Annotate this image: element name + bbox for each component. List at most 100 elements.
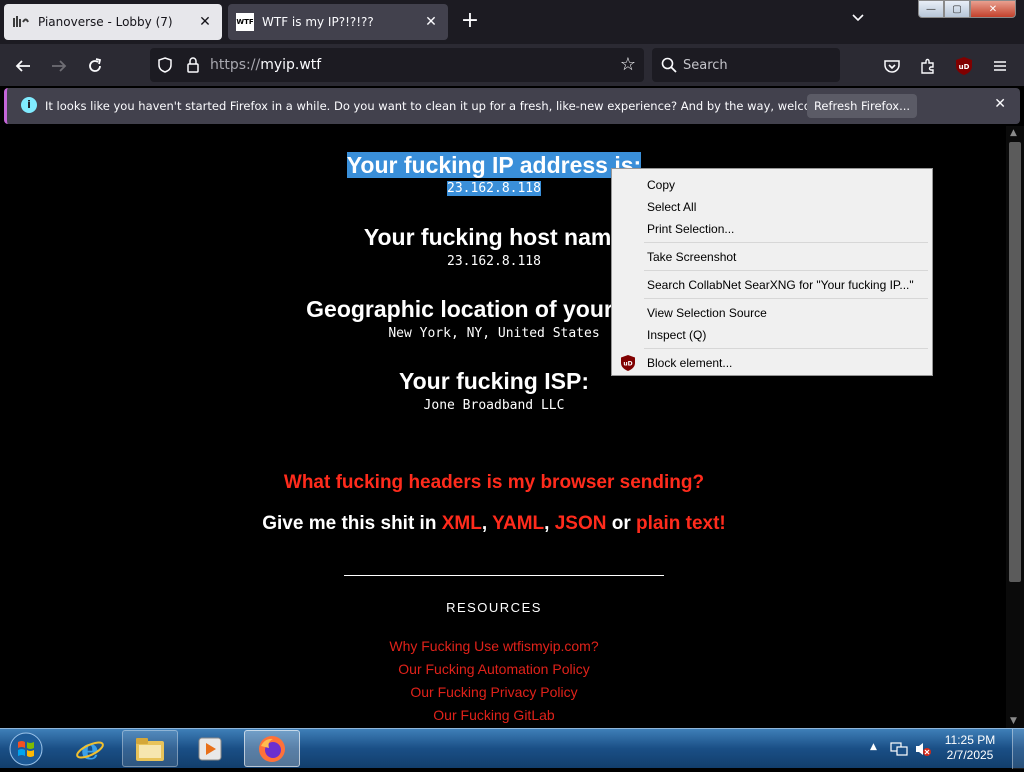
- page-scrollbar[interactable]: ▲ ▼: [1006, 126, 1024, 728]
- menu-separator: [644, 242, 928, 243]
- search-bar[interactable]: Search: [652, 48, 840, 82]
- url-host: myip.wtf: [260, 57, 322, 73]
- menu-item-select-all[interactable]: Select All: [612, 196, 932, 218]
- show-hidden-icons-arrow-icon[interactable]: ▲: [870, 742, 877, 752]
- app-menu-button[interactable]: [987, 53, 1013, 79]
- start-button[interactable]: [4, 730, 50, 768]
- tab-close-icon[interactable]: ✕: [196, 13, 214, 31]
- close-window-button[interactable]: ✕: [970, 0, 1016, 18]
- folder-icon: [136, 737, 164, 761]
- notification-close-icon[interactable]: ✕: [994, 96, 1006, 112]
- yaml-link[interactable]: YAML: [492, 513, 544, 534]
- tab-title: Pianoverse - Lobby (7): [38, 15, 173, 29]
- reload-button[interactable]: [82, 53, 108, 79]
- system-tray: ▲ 11:25 PM 2/7/2025: [864, 729, 1024, 769]
- tab-wtf-is-my-ip[interactable]: WTF WTF is my IP?!?!?? ✕: [228, 4, 448, 40]
- notification-message: It looks like you haven't started Firefo…: [45, 99, 865, 113]
- arrow-right-icon: [52, 60, 67, 72]
- json-link[interactable]: JSON: [555, 513, 607, 534]
- menu-item-copy[interactable]: Copy: [612, 174, 932, 196]
- tab-pianoverse[interactable]: Pianoverse - Lobby (7) ✕: [4, 4, 222, 40]
- clock[interactable]: 11:25 PM 2/7/2025: [942, 733, 998, 763]
- svg-text:uD: uD: [623, 361, 632, 368]
- refresh-firefox-button[interactable]: Refresh Firefox...: [807, 94, 917, 118]
- firefox-icon: [259, 735, 285, 762]
- url-protocol: https://: [210, 57, 261, 73]
- scroll-up-arrow-icon[interactable]: ▲: [1010, 128, 1017, 138]
- maximize-button[interactable]: ▢: [944, 0, 970, 18]
- headers-link[interactable]: What fucking headers is my browser sendi…: [0, 472, 988, 494]
- ublock-origin-button[interactable]: uD: [951, 53, 977, 79]
- ublock-origin-icon: uD: [621, 355, 635, 371]
- pocket-icon: [884, 60, 900, 73]
- wtf-favicon-icon: WTF: [236, 13, 254, 31]
- tab-title: WTF is my IP?!?!??: [262, 15, 374, 29]
- context-menu: Copy Select All Print Selection... Take …: [611, 168, 933, 376]
- pocket-button[interactable]: [879, 53, 905, 79]
- ublock-origin-icon: uD: [956, 57, 972, 75]
- menu-item-label: Print Selection...: [647, 222, 735, 236]
- show-desktop-button[interactable]: [1012, 729, 1024, 769]
- lock-icon[interactable]: [184, 56, 202, 74]
- menu-separator: [644, 270, 928, 271]
- resource-link[interactable]: Our Fucking GitLab: [0, 707, 988, 723]
- extensions-button[interactable]: [915, 53, 941, 79]
- media-player-icon: [198, 737, 222, 760]
- plain-text-link[interactable]: plain text!: [636, 513, 726, 534]
- tab-close-icon[interactable]: ✕: [422, 13, 440, 31]
- windows-start-orb-icon: [9, 732, 43, 766]
- menu-item-label: Copy: [647, 178, 676, 192]
- url-text[interactable]: https://myip.wtf: [210, 57, 321, 73]
- reload-icon: [89, 58, 102, 72]
- search-input[interactable]: Search: [683, 58, 728, 73]
- list-all-tabs-button[interactable]: [848, 12, 868, 32]
- volume-muted-icon[interactable]: [914, 741, 932, 757]
- resources-heading: RESOURCES: [446, 600, 542, 615]
- pianoverse-favicon-icon: [12, 13, 30, 31]
- comma: ,: [481, 513, 488, 534]
- windows-taskbar: e ▲ 11:25 PM 2/7/2025: [0, 728, 1024, 769]
- or-text: or: [611, 513, 631, 534]
- menu-item-print-selection[interactable]: Print Selection...: [612, 218, 932, 240]
- firefox-taskbar-button[interactable]: [244, 730, 300, 767]
- back-button[interactable]: [10, 53, 36, 79]
- menu-item-take-screenshot[interactable]: Take Screenshot: [612, 246, 932, 268]
- menu-item-label: Search CollabNet SearXNG for "Your fucki…: [647, 278, 914, 292]
- url-bar[interactable]: https://myip.wtf ☆: [150, 48, 644, 82]
- menu-item-search-selection[interactable]: Search CollabNet SearXNG for "Your fucki…: [612, 274, 932, 296]
- resource-link[interactable]: Our Fucking Automation Policy: [0, 661, 988, 677]
- menu-item-label: Select All: [647, 200, 697, 214]
- resource-link[interactable]: Our Fucking Privacy Policy: [0, 684, 988, 700]
- forward-button[interactable]: [46, 53, 72, 79]
- navigation-toolbar: https://myip.wtf ☆ Search uD: [0, 44, 1024, 86]
- menu-item-inspect[interactable]: Inspect (Q): [612, 324, 932, 346]
- new-tab-button[interactable]: +: [458, 10, 482, 34]
- isp-value: Jone Broadband LLC: [423, 398, 565, 413]
- minimize-button[interactable]: —: [918, 0, 944, 18]
- tracking-protection-shield-icon[interactable]: [156, 56, 174, 74]
- window-controls: — ▢ ✕: [918, 0, 1018, 20]
- menu-separator: [644, 298, 928, 299]
- scrollbar-thumb[interactable]: [1009, 142, 1021, 582]
- selected-ip-heading: Your fucking IP address is:: [346, 152, 642, 178]
- menu-item-label: Take Screenshot: [647, 250, 737, 264]
- hamburger-menu-icon: [994, 61, 1006, 71]
- svg-text:uD: uD: [959, 63, 970, 71]
- menu-item-view-selection-source[interactable]: View Selection Source: [612, 302, 932, 324]
- bookmark-star-icon[interactable]: ☆: [618, 55, 638, 75]
- internet-explorer-taskbar-button[interactable]: e: [62, 730, 118, 767]
- comma: ,: [544, 513, 550, 534]
- file-explorer-taskbar-button[interactable]: [122, 730, 178, 767]
- menu-item-block-element[interactable]: uD Block element...: [612, 352, 932, 374]
- tab-strip: Pianoverse - Lobby (7) ✕ WTF WTF is my I…: [0, 0, 1024, 44]
- scroll-down-arrow-icon[interactable]: ▼: [1010, 716, 1017, 726]
- xml-link[interactable]: XML: [442, 513, 482, 534]
- search-icon: [660, 56, 678, 74]
- internet-explorer-icon: e: [76, 734, 104, 764]
- clock-time: 11:25 PM: [944, 733, 996, 747]
- format-links-line: Give me this shit in XML, YAML, JSON or …: [0, 513, 988, 535]
- resource-link[interactable]: Why Fucking Use wtfismyip.com?: [0, 638, 988, 654]
- puzzle-piece-icon: [921, 58, 934, 74]
- network-icon[interactable]: [890, 741, 908, 757]
- media-player-taskbar-button[interactable]: [182, 730, 238, 767]
